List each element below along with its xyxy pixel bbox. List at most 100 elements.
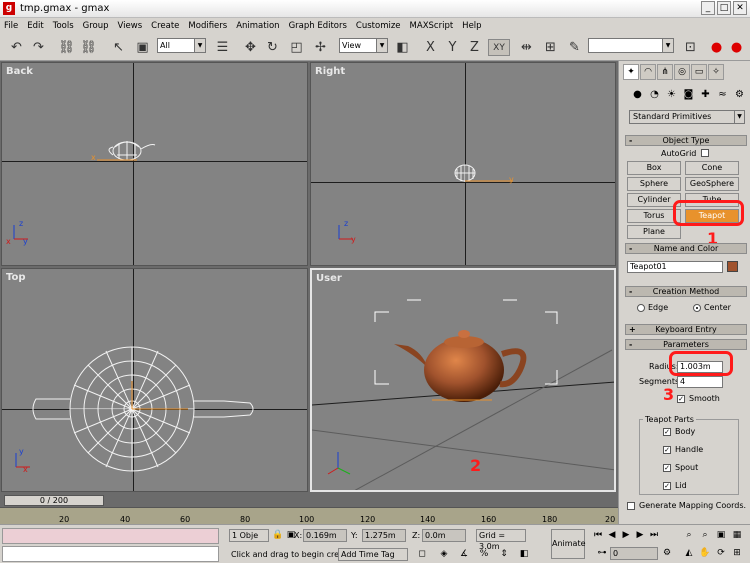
select-by-name-icon[interactable]: ☰ — [214, 39, 231, 56]
scale-icon[interactable]: ◰ — [288, 39, 305, 56]
material-editor-icon[interactable]: ● — [708, 39, 725, 56]
autogrid-checkbox[interactable] — [701, 149, 709, 157]
mirror-icon[interactable]: ⇹ — [518, 39, 535, 56]
viewport-back[interactable]: Back x z x y — [1, 62, 308, 266]
angle-snap-icon[interactable]: ∡ — [458, 548, 470, 560]
time-slider-thumb[interactable]: 0 / 200 — [4, 495, 104, 506]
generate-mapping-checkbox[interactable] — [627, 502, 635, 510]
lights-icon[interactable]: ☀ — [665, 88, 678, 101]
render-teapot-icon[interactable]: ● — [728, 39, 745, 56]
menu-help[interactable]: Help — [462, 21, 481, 31]
menu-maxscript[interactable]: MAXScript — [410, 21, 454, 31]
creation-method-rollout[interactable]: - Creation Method — [625, 286, 747, 297]
menu-create[interactable]: Create — [151, 21, 179, 31]
viewport-top[interactable]: Top y x — [1, 268, 308, 492]
y-coord-field[interactable]: 1.275m — [362, 529, 406, 542]
zoom-icon[interactable]: ⌕ — [683, 529, 695, 541]
field-of-view-icon[interactable]: ◭ — [683, 547, 695, 559]
x-coord-field[interactable]: 0.169m — [303, 529, 347, 542]
next-frame-icon[interactable]: ▶ — [634, 529, 646, 541]
menu-graph-editors[interactable]: Graph Editors — [289, 21, 347, 31]
redo-icon[interactable]: ↷ — [30, 39, 47, 56]
snap-icon[interactable]: ⊡ — [682, 39, 699, 56]
lock-selection-icon[interactable]: 🔒 — [272, 529, 284, 541]
time-slider[interactable]: 0 / 200 — [0, 494, 618, 507]
cone-button[interactable]: Cone — [685, 161, 739, 175]
object-type-rollout[interactable]: - Object Type — [625, 135, 747, 146]
go-to-start-icon[interactable]: ⏮ — [592, 529, 604, 541]
axis-z-button[interactable]: Z — [466, 39, 483, 56]
pan-icon[interactable]: ✋ — [699, 547, 711, 559]
viewport-label[interactable]: Back — [6, 66, 33, 77]
current-frame-field[interactable]: 0 — [610, 547, 658, 560]
plane-button[interactable]: Plane — [627, 225, 681, 239]
body-checkbox[interactable]: ✓ — [663, 428, 671, 436]
modify-tab-icon[interactable]: ◠ — [640, 64, 656, 80]
menu-customize[interactable]: Customize — [356, 21, 401, 31]
menu-file[interactable]: File — [4, 21, 18, 31]
viewport-user[interactable]: User 2 — [310, 268, 616, 492]
handle-checkbox[interactable]: ✓ — [663, 446, 671, 454]
arc-rotate-icon[interactable]: ⟳ — [715, 547, 727, 559]
reference-coord-dropdown[interactable]: View ▼ — [339, 38, 388, 53]
object-name-field[interactable]: Teapot01 — [627, 261, 723, 273]
menu-modifiers[interactable]: Modifiers — [188, 21, 227, 31]
add-time-tag-button[interactable]: Add Time Tag — [338, 548, 408, 561]
unlink-icon[interactable]: ⛓ — [80, 39, 97, 56]
move-icon[interactable]: ✥ — [242, 39, 259, 56]
menu-views[interactable]: Views — [118, 21, 143, 31]
utilities-tab-icon[interactable]: ✧ — [708, 64, 724, 80]
close-button[interactable]: ✕ — [733, 1, 747, 15]
use-pivot-center-icon[interactable]: ◧ — [394, 39, 411, 56]
maxscript-input-mini[interactable] — [2, 546, 219, 562]
track-bar[interactable]: 20 40 60 80 100 120 140 160 180 20 — [0, 507, 618, 524]
spinner-snap-icon[interactable]: ⇕ — [498, 548, 510, 560]
spout-checkbox[interactable]: ✓ — [663, 464, 671, 472]
geosphere-button[interactable]: GeoSphere — [685, 177, 739, 191]
motion-tab-icon[interactable]: ◎ — [674, 64, 690, 80]
play-icon[interactable]: ▶ — [620, 529, 632, 541]
segments-spinner[interactable]: 4 — [677, 376, 723, 388]
axis-x-button[interactable]: X — [422, 39, 439, 56]
named-selection-dropdown[interactable]: ▼ — [588, 38, 674, 53]
box-mode-icon[interactable]: ◻ — [416, 548, 428, 560]
spacewarps-icon[interactable]: ≈ — [716, 88, 729, 101]
selection-filter-dropdown[interactable]: All ▼ — [157, 38, 206, 53]
zoom-extents-icon[interactable]: ▣ — [715, 529, 727, 541]
lid-checkbox[interactable]: ✓ — [663, 482, 671, 490]
geometry-icon[interactable]: ● — [631, 88, 644, 101]
shapes-icon[interactable]: ◔ — [648, 88, 661, 101]
percent-snap-icon[interactable]: % — [478, 548, 490, 560]
category-dropdown[interactable]: Standard Primitives ▼ — [629, 110, 745, 124]
eraser-icon[interactable]: ✎ — [566, 39, 583, 56]
hierarchy-tab-icon[interactable]: ⋔ — [657, 64, 673, 80]
parameters-rollout[interactable]: - Parameters — [625, 339, 747, 350]
display-tab-icon[interactable]: ▭ — [691, 64, 707, 80]
rotate-icon[interactable]: ↻ — [264, 39, 281, 56]
select-arrow-icon[interactable]: ↖ — [110, 39, 127, 56]
menu-group[interactable]: Group — [83, 21, 109, 31]
viewport-label[interactable]: Top — [6, 272, 26, 283]
sphere-button[interactable]: Sphere — [627, 177, 681, 191]
snap-toggle-icon[interactable]: ◈ — [438, 548, 450, 560]
link-icon[interactable]: ⛓ — [58, 39, 75, 56]
viewport-label[interactable]: Right — [315, 66, 345, 77]
edge-radio[interactable] — [637, 304, 645, 312]
key-mode-icon[interactable]: ⊶ — [596, 547, 608, 559]
cameras-icon[interactable]: ◙ — [682, 88, 695, 101]
name-and-color-rollout[interactable]: - Name and Color — [625, 243, 747, 254]
align-icon[interactable]: ⊞ — [542, 39, 559, 56]
keyboard-entry-rollout[interactable]: + Keyboard Entry — [625, 324, 747, 335]
minimize-button[interactable]: _ — [701, 1, 715, 15]
viewport-right[interactable]: Right y z y — [310, 62, 616, 266]
z-coord-field[interactable]: 0.0m — [422, 529, 466, 542]
create-tab-icon[interactable]: ✦ — [623, 64, 639, 80]
go-to-end-icon[interactable]: ⏭ — [648, 529, 660, 541]
smooth-checkbox[interactable]: ✓ — [677, 395, 685, 403]
region-select-icon[interactable]: ▣ — [134, 39, 151, 56]
box-button[interactable]: Box — [627, 161, 681, 175]
maximize-button[interactable]: □ — [717, 1, 731, 15]
axis-y-button[interactable]: Y — [444, 39, 461, 56]
axis-xy-button[interactable]: XY — [488, 39, 510, 56]
object-color-swatch[interactable] — [727, 261, 738, 272]
